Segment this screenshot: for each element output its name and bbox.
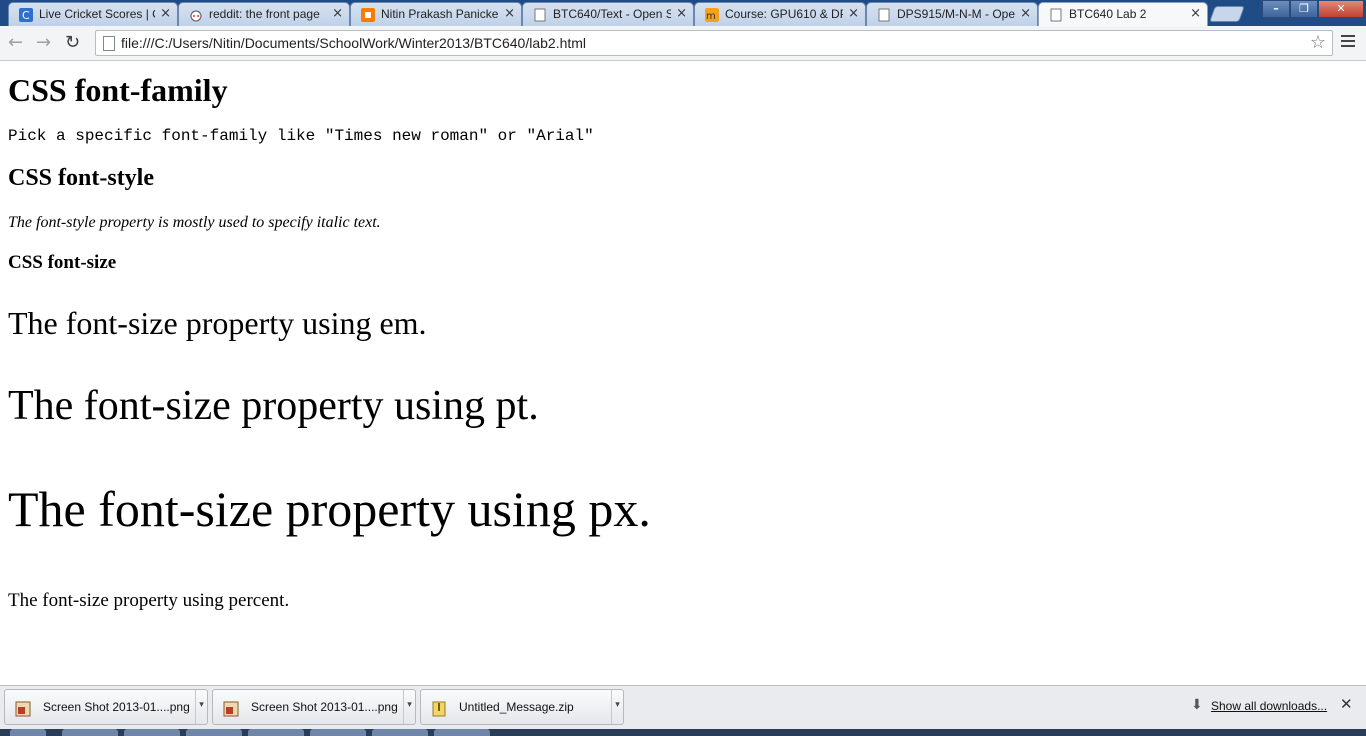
address-bar[interactable]: file:///C:/Users/Nitin/Documents/SchoolW… <box>95 30 1333 56</box>
tab-blogger[interactable]: Nitin Prakash Panicke × <box>350 2 522 26</box>
font-size-percent-paragraph: The font-size property using percent. <box>8 590 290 611</box>
download-shelf: Screen Shot 2013-01....png ▾ Screen Shot… <box>0 685 1366 729</box>
cricinfo-favicon-icon: C <box>19 8 33 22</box>
page-favicon-icon <box>534 8 546 22</box>
tab-cricket[interactable]: C Live Cricket Scores | C × <box>8 2 178 26</box>
tab-close-icon[interactable]: × <box>676 6 687 21</box>
close-shelf-icon[interactable]: ✕ <box>1340 695 1353 713</box>
taskbar-item[interactable] <box>434 729 490 736</box>
tab-close-icon[interactable]: × <box>848 6 859 21</box>
bookmark-star-icon[interactable]: ☆ <box>1310 32 1326 53</box>
page-favicon-icon <box>1050 8 1062 22</box>
tab-reddit[interactable]: reddit: the front page × <box>178 2 350 26</box>
heading-font-family: CSS font-family <box>8 72 228 108</box>
tab-strip: C Live Cricket Scores | C × reddit: the … <box>0 0 1366 26</box>
taskbar-item[interactable] <box>124 729 180 736</box>
font-size-pt-paragraph: The font-size property using pt. <box>8 383 539 429</box>
page-content: CSS font-family Pick a specific font-fam… <box>0 62 1366 685</box>
tab-label: BTC640 Lab 2 <box>1069 7 1147 21</box>
os-taskbar <box>0 729 1366 736</box>
blogger-favicon-icon <box>361 8 375 22</box>
close-window-button[interactable]: ✕ <box>1318 0 1364 18</box>
tab-label: DPS915/M-N-M - Ope <box>897 7 1015 21</box>
image-file-icon <box>223 701 239 717</box>
tab-label: Course: GPU610 & DP <box>725 7 843 21</box>
url-text[interactable]: file:///C:/Users/Nitin/Documents/SchoolW… <box>121 35 586 51</box>
download-item[interactable]: Screen Shot 2013-01....png ▾ <box>212 689 416 725</box>
show-all-downloads-link[interactable]: Show all downloads... <box>1211 699 1327 713</box>
download-item[interactable]: Untitled_Message.zip ▾ <box>420 689 624 725</box>
chevron-down-icon[interactable]: ▾ <box>611 690 623 724</box>
new-tab-button[interactable] <box>1209 6 1245 22</box>
tab-course-gpu610[interactable]: m Course: GPU610 & DP × <box>694 2 866 26</box>
download-filename: Screen Shot 2013-01....png <box>43 700 190 714</box>
tab-dps915[interactable]: DPS915/M-N-M - Ope × <box>866 2 1038 26</box>
taskbar-item[interactable] <box>248 729 304 736</box>
tab-label: Live Cricket Scores | C <box>39 7 155 21</box>
tab-label: reddit: the front page <box>209 7 320 21</box>
reload-icon[interactable]: ↻ <box>65 32 80 53</box>
svg-text:C: C <box>22 9 30 22</box>
tab-close-icon[interactable]: × <box>1190 6 1201 21</box>
back-arrow-icon[interactable]: ← <box>8 32 23 53</box>
forward-arrow-icon[interactable]: → <box>36 32 51 53</box>
taskbar-item[interactable] <box>310 729 366 736</box>
svg-text:m: m <box>706 11 716 22</box>
font-size-em-paragraph: The font-size property using em. <box>8 305 427 341</box>
font-size-px-paragraph: The font-size property using px. <box>8 481 651 537</box>
maximize-button[interactable]: ❐ <box>1290 0 1318 18</box>
chrome-menu-icon[interactable] <box>1341 35 1355 50</box>
tab-close-icon[interactable]: × <box>504 6 515 21</box>
download-filename: Screen Shot 2013-01....png <box>251 700 398 714</box>
chevron-down-icon[interactable]: ▾ <box>195 690 207 724</box>
minimize-button[interactable]: – <box>1262 0 1290 18</box>
font-style-paragraph: The font-style property is mostly used t… <box>8 214 381 231</box>
browser-toolbar: ← → ↻ file:///C:/Users/Nitin/Documents/S… <box>0 26 1366 61</box>
moodle-favicon-icon: m <box>705 8 719 22</box>
page-favicon-icon <box>878 8 890 22</box>
tab-label: Nitin Prakash Panicke <box>381 7 499 21</box>
download-filename: Untitled_Message.zip <box>459 700 574 714</box>
taskbar-start-button[interactable] <box>10 729 46 736</box>
tab-btc640-text[interactable]: BTC640/Text - Open S × <box>522 2 694 26</box>
download-arrow-icon: ⬇ <box>1191 697 1203 713</box>
image-file-icon <box>15 701 31 717</box>
zip-file-icon <box>432 701 446 717</box>
heading-font-style: CSS font-style <box>8 165 155 191</box>
tab-close-icon[interactable]: × <box>332 6 343 21</box>
chevron-down-icon[interactable]: ▾ <box>403 690 415 724</box>
font-family-paragraph: Pick a specific font-family like "Times … <box>8 127 594 145</box>
taskbar-item[interactable] <box>186 729 242 736</box>
heading-font-size: CSS font-size <box>8 252 117 273</box>
taskbar-item[interactable] <box>62 729 118 736</box>
tab-btc640-lab2[interactable]: BTC640 Lab 2 × <box>1038 2 1208 26</box>
tab-close-icon[interactable]: × <box>1020 6 1031 21</box>
reddit-favicon-icon <box>190 10 202 22</box>
page-icon <box>103 36 115 51</box>
tab-label: BTC640/Text - Open S <box>553 7 671 21</box>
tab-close-icon[interactable]: × <box>160 6 171 21</box>
download-item[interactable]: Screen Shot 2013-01....png ▾ <box>4 689 208 725</box>
taskbar-item[interactable] <box>372 729 428 736</box>
